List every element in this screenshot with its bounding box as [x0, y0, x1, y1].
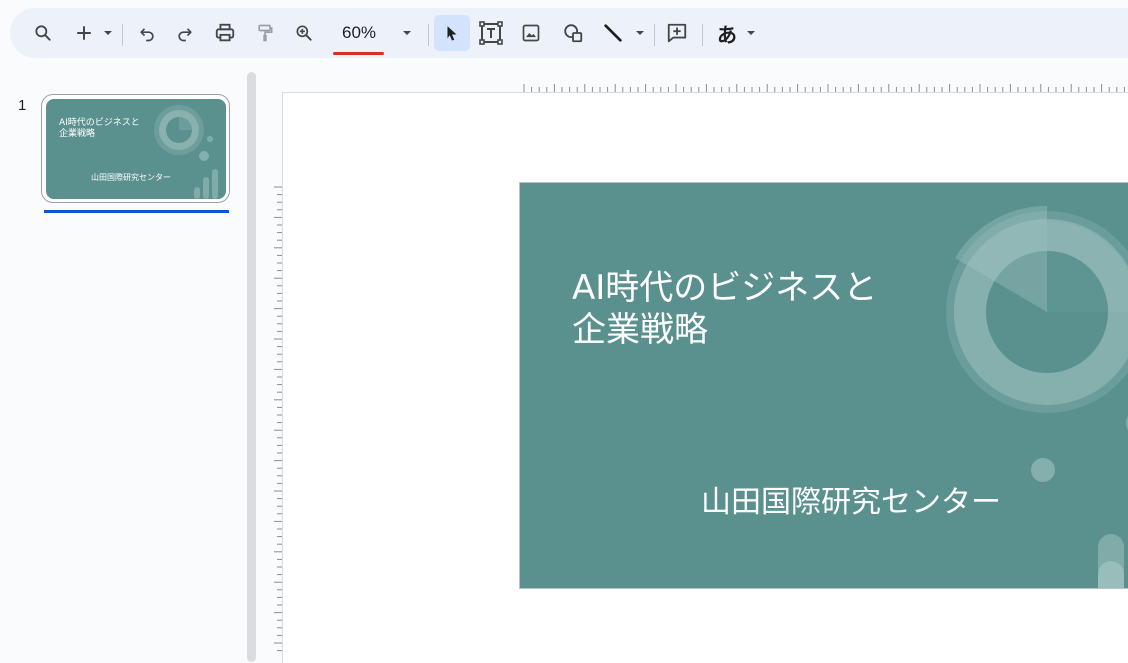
- shapes-button[interactable]: [558, 18, 588, 48]
- slide-thumbnail[interactable]: AI時代のビジネスと 企業戦略 山田国際研究センター: [46, 99, 226, 199]
- undo-icon: [140, 28, 154, 42]
- comment-add-icon: [667, 23, 687, 43]
- caret-down-icon: [747, 31, 755, 35]
- slide-decoration: [946, 205, 1128, 588]
- print-icon: [215, 23, 235, 42]
- new-slide-button[interactable]: [70, 18, 98, 48]
- add-icon: [77, 26, 91, 40]
- zoom-in-icon: [296, 25, 312, 41]
- redo-button[interactable]: [170, 18, 200, 48]
- line-button[interactable]: [598, 18, 628, 48]
- add-comment-button[interactable]: [662, 18, 692, 48]
- paint-format-icon: [258, 24, 273, 42]
- filmstrip-scrollbar[interactable]: [247, 72, 256, 662]
- selected-slide-indicator: [44, 210, 229, 213]
- slide-subtitle[interactable]: 山田国際研究センター: [701, 477, 1001, 521]
- caret-down-icon: [403, 31, 411, 35]
- slide-canvas[interactable]: AI時代のビジネスと 企業戦略 山田国際研究センター: [520, 183, 1128, 588]
- text-box-icon: [479, 21, 503, 45]
- input-tools-button[interactable]: あ: [712, 18, 742, 48]
- thumbnail-decoration: [154, 105, 218, 199]
- caret-down-icon: [636, 31, 644, 35]
- vertical-ruler[interactable]: [270, 184, 282, 654]
- print-button[interactable]: [210, 18, 240, 48]
- input-tools-dropdown[interactable]: [743, 18, 759, 48]
- spellcheck-underline: [333, 52, 384, 55]
- slide-number: 1: [18, 97, 27, 114]
- line-icon: [604, 24, 622, 42]
- search-button[interactable]: [28, 18, 58, 48]
- thumbnail-subtitle: 山田国際研究センター: [91, 173, 171, 182]
- new-slide-dropdown[interactable]: [100, 18, 116, 48]
- toolbar-divider: [122, 24, 123, 46]
- undo-button[interactable]: [132, 18, 162, 48]
- select-button[interactable]: [434, 15, 470, 51]
- select-cursor-icon: [447, 26, 457, 41]
- thumbnail-title: AI時代のビジネスと 企業戦略: [59, 118, 140, 139]
- horizontal-ruler[interactable]: [520, 80, 1128, 92]
- zoom-in-button[interactable]: [290, 18, 318, 48]
- zoom-input[interactable]: 60%: [332, 20, 386, 46]
- text-box-button[interactable]: [476, 18, 506, 48]
- input-tools-label: あ: [717, 22, 737, 47]
- toolbar: 60% あ: [10, 8, 1128, 58]
- toolbar-divider: [428, 24, 429, 46]
- search-icon: [35, 25, 51, 41]
- insert-image-button[interactable]: [516, 18, 546, 48]
- paint-format-button[interactable]: [250, 18, 280, 48]
- redo-icon: [178, 28, 192, 42]
- image-icon: [522, 24, 540, 42]
- toolbar-divider: [654, 24, 655, 46]
- shapes-icon: [564, 24, 583, 43]
- slide-title[interactable]: AI時代のビジネスと 企業戦略: [572, 267, 877, 351]
- toolbar-divider: [702, 24, 703, 46]
- line-dropdown[interactable]: [632, 18, 648, 48]
- zoom-dropdown[interactable]: [398, 18, 416, 48]
- caret-down-icon: [104, 31, 112, 35]
